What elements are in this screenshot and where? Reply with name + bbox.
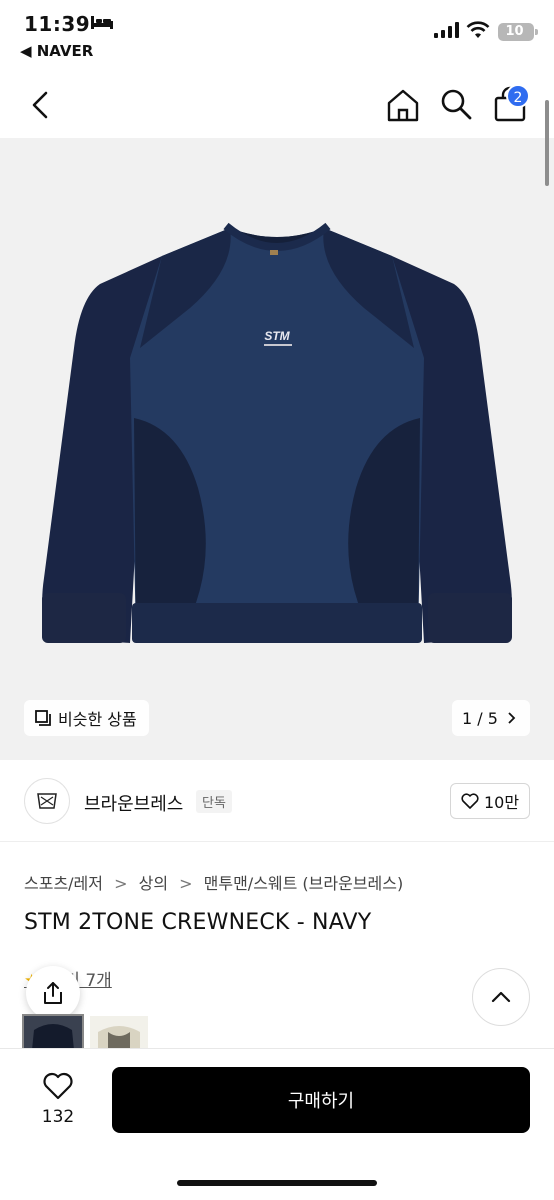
share-icon [44, 982, 62, 1004]
product-image: STM [42, 222, 512, 643]
color-option-beige[interactable] [90, 1016, 148, 1050]
color-thumbnail-navy [24, 1016, 82, 1050]
brand-row: 브라운브레스 단독 10만 [0, 760, 554, 842]
back-to-app-link[interactable]: ◀ NAVER [20, 42, 93, 60]
top-nav: 2 [0, 72, 554, 136]
color-thumbnail-beige [90, 1016, 148, 1050]
home-indicator [177, 1180, 377, 1186]
cart-count-badge: 2 [506, 84, 530, 108]
brand-logo-icon [37, 793, 57, 809]
battery-level: 10 [505, 24, 524, 39]
breadcrumb-separator: > [114, 874, 128, 893]
breadcrumb: 스포츠/레저 > 상의 > 맨투맨/스웨트 (브라운브레스) [24, 870, 403, 894]
back-arrow-icon[interactable] [24, 88, 58, 122]
scrollbar[interactable] [545, 100, 549, 186]
exclusive-badge: 단독 [196, 790, 232, 813]
battery-indicator: 10 [498, 23, 538, 41]
status-bar: 11:39 ◀ NAVER 10 [0, 0, 554, 70]
breadcrumb-item[interactable]: 스포츠/레저 [24, 874, 103, 893]
page-indicator-text: 1 / 5 [462, 708, 498, 728]
similar-products-label: 비슷한 상품 [58, 710, 137, 729]
bottom-action-bar: 132 구매하기 [0, 1048, 554, 1200]
brand-logo[interactable] [24, 778, 70, 824]
brand-like-count: 10만 [483, 793, 520, 812]
scroll-to-top-button[interactable] [472, 968, 530, 1026]
heart-icon [43, 1072, 73, 1100]
product-image-gallery[interactable]: STM 비슷한 상품 1 / 5 [0, 138, 554, 760]
chevron-up-icon [491, 991, 511, 1003]
share-button[interactable] [26, 966, 80, 1020]
signal-icon [434, 22, 459, 38]
breadcrumb-separator: > [179, 874, 193, 893]
shirt-logo-text: STM [264, 329, 290, 343]
similar-items-icon [35, 710, 51, 726]
heart-icon [461, 793, 479, 809]
brand-name[interactable]: 브라운브레스 [84, 790, 183, 816]
bed-icon [91, 16, 113, 29]
search-icon[interactable] [438, 86, 474, 122]
similar-products-button[interactable]: 비슷한 상품 [24, 700, 149, 736]
wifi-icon [466, 21, 490, 38]
color-option-navy[interactable] [22, 1014, 84, 1052]
chevron-right-icon [508, 712, 516, 724]
status-time: 11:39 [24, 12, 91, 36]
buy-button[interactable]: 구매하기 [112, 1067, 530, 1133]
home-icon[interactable] [384, 86, 422, 124]
image-page-indicator[interactable]: 1 / 5 [452, 700, 530, 736]
breadcrumb-item[interactable]: 맨투맨/스웨트 (브라운브레스) [204, 874, 404, 893]
wishlist-count: 132 [41, 1107, 75, 1127]
product-title: STM 2TONE CREWNECK - NAVY [24, 910, 372, 935]
breadcrumb-item[interactable]: 상의 [139, 874, 168, 893]
wishlist-button[interactable]: 132 [30, 1071, 86, 1127]
brand-like-button[interactable]: 10만 [450, 783, 530, 819]
